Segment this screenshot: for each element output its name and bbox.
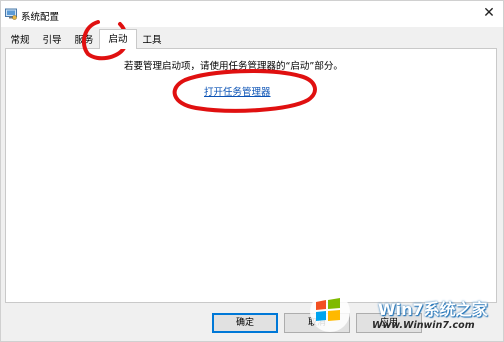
cancel-button[interactable]: 取消 [284, 313, 350, 333]
tab-general[interactable]: 常规 [5, 31, 35, 48]
tab-boot[interactable]: 引导 [37, 31, 67, 48]
close-icon: ✕ [483, 5, 495, 21]
startup-message: 若要管理启动项，请使用任务管理器的“启动”部分。 [124, 61, 343, 72]
watermark-url: Www.Winwin7.com [372, 320, 475, 331]
tab-startup[interactable]: 启动 [99, 29, 137, 49]
ok-button[interactable]: 确定 [212, 313, 278, 333]
system-config-icon [5, 8, 17, 20]
title-bar: 系统配置 ✕ [1, 1, 503, 27]
open-task-manager-link[interactable]: 打开任务管理器 [204, 84, 271, 98]
close-button[interactable]: ✕ [481, 5, 497, 21]
system-config-window: 系统配置 ✕ 常规 引导 服务 启动 工具 [0, 0, 504, 342]
tab-strip: 常规 引导 服务 启动 工具 [5, 29, 499, 49]
tab-services[interactable]: 服务 [69, 31, 99, 48]
tab-tools[interactable]: 工具 [137, 31, 167, 48]
window-title: 系统配置 [21, 12, 60, 23]
watermark-brand: Win7系统之家 [378, 300, 488, 319]
